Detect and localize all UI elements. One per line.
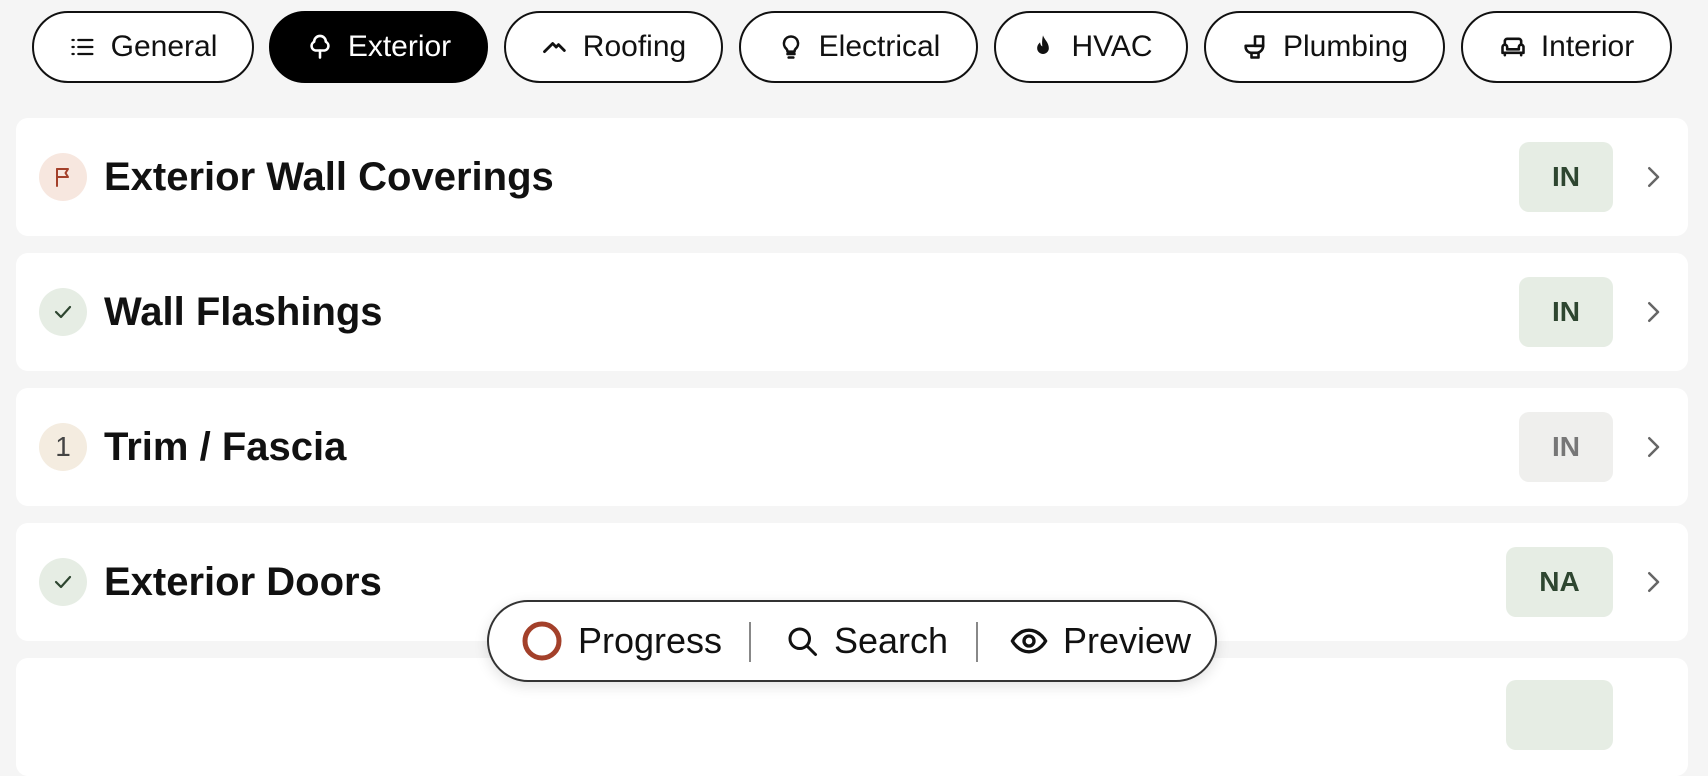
item-title: Exterior Wall Coverings bbox=[104, 155, 554, 199]
tab-label: General bbox=[110, 30, 218, 63]
check-icon bbox=[39, 558, 87, 606]
item-title: Exterior Doors bbox=[104, 560, 382, 604]
item-title: Wall Flashings bbox=[104, 290, 383, 334]
check-icon bbox=[39, 288, 87, 336]
list-icon bbox=[70, 38, 94, 56]
search-icon bbox=[788, 627, 817, 656]
search-label: Search bbox=[834, 620, 949, 661]
search-button[interactable]: Search bbox=[784, 602, 948, 680]
status-badge[interactable]: IN bbox=[1519, 412, 1613, 482]
chevron-right-icon bbox=[1648, 437, 1660, 457]
chevron-right-icon bbox=[1648, 572, 1660, 592]
progress-button[interactable]: Progress bbox=[520, 602, 722, 680]
tab-exterior[interactable]: Exterior bbox=[269, 11, 488, 83]
tab-label: HVAC bbox=[1071, 30, 1153, 63]
preview-label: Preview bbox=[1063, 620, 1192, 661]
tab-electrical[interactable]: Electrical bbox=[739, 11, 978, 83]
flame-icon bbox=[1037, 35, 1050, 54]
count-indicator: 1 bbox=[39, 423, 87, 471]
status-badge[interactable]: NA bbox=[1506, 547, 1613, 617]
toolbar-divider bbox=[749, 622, 751, 662]
tree-icon bbox=[310, 34, 330, 59]
tab-label: Plumbing bbox=[1282, 30, 1409, 63]
sofa-icon bbox=[1501, 37, 1525, 57]
tab-label: Roofing bbox=[582, 30, 687, 63]
progress-label: Progress bbox=[578, 620, 723, 661]
toolbar-divider bbox=[976, 622, 978, 662]
list-item[interactable]: Exterior Wall Coverings IN bbox=[16, 118, 1688, 236]
chevron-right-icon bbox=[1648, 302, 1660, 322]
status-badge[interactable] bbox=[1506, 680, 1613, 750]
chevron-right-icon bbox=[1648, 167, 1660, 187]
lightbulb-icon bbox=[782, 35, 799, 59]
roof-icon bbox=[542, 42, 566, 54]
tab-hvac[interactable]: HVAC bbox=[994, 11, 1188, 83]
tab-label: Interior bbox=[1540, 30, 1635, 63]
list-item[interactable]: 1 Trim / Fascia IN bbox=[16, 388, 1688, 506]
tab-label: Electrical bbox=[818, 30, 941, 63]
preview-button[interactable]: Preview bbox=[1009, 602, 1191, 680]
progress-ring-icon bbox=[522, 621, 562, 661]
toilet-icon bbox=[1244, 35, 1265, 59]
status-badge[interactable]: IN bbox=[1519, 142, 1613, 212]
list-item[interactable]: Wall Flashings IN bbox=[16, 253, 1688, 371]
item-title: Trim / Fascia bbox=[104, 425, 347, 469]
tab-plumbing[interactable]: Plumbing bbox=[1204, 11, 1445, 83]
category-tabs: General Exterior Roofing Electrical HVAC… bbox=[0, 0, 1708, 100]
tab-interior[interactable]: Interior bbox=[1461, 11, 1672, 83]
status-badge[interactable]: IN bbox=[1519, 277, 1613, 347]
eye-icon bbox=[1010, 628, 1048, 654]
tab-label: Exterior bbox=[347, 30, 452, 63]
flag-icon bbox=[39, 153, 87, 201]
tab-general[interactable]: General bbox=[32, 11, 254, 83]
bottom-toolbar: Progress Search Preview bbox=[487, 600, 1217, 682]
tab-roofing[interactable]: Roofing bbox=[504, 11, 723, 83]
